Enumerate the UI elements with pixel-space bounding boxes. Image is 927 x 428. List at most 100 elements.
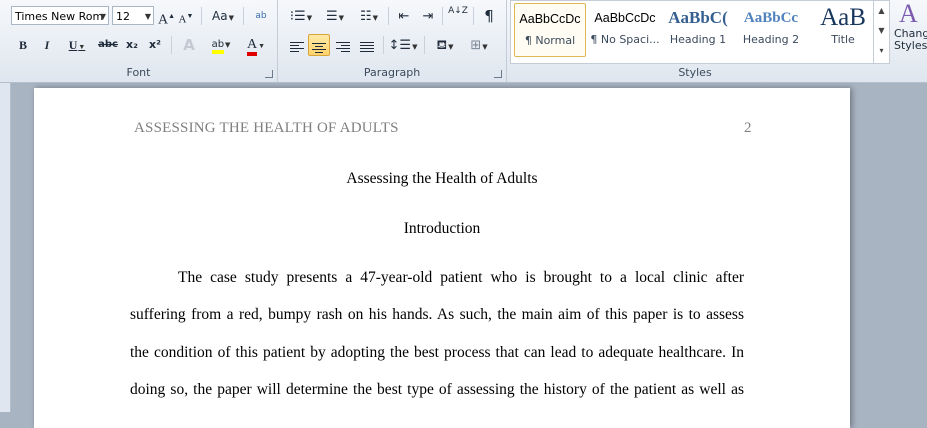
gallery-more-icon[interactable]: ▾ xyxy=(874,41,889,61)
gallery-scroll[interactable]: ▲ ▼ ▾ xyxy=(873,1,889,63)
chevron-down-icon: ▼ xyxy=(306,14,313,22)
increase-indent-icon: ⇥ xyxy=(422,9,434,24)
dialog-launcher-icon[interactable] xyxy=(494,70,502,78)
justify-icon xyxy=(360,40,374,52)
text-effects-button[interactable]: A xyxy=(178,34,200,56)
sort-icon: A↓Z xyxy=(448,6,468,16)
subscript-label: x₂ xyxy=(126,38,138,51)
line-spacing-icon: ↕☰ xyxy=(388,38,412,53)
bullets-icon: ⁝☰ xyxy=(289,9,306,24)
section-heading: Introduction xyxy=(403,220,481,237)
change-case-button[interactable]: Aa▼ xyxy=(208,5,238,27)
font-color-icon: A xyxy=(246,37,258,56)
ribbon: Times New Rom ▼ 12 ▼ A▲ A▼ Aa▼ ab B I U▼… xyxy=(0,0,927,83)
borders-button[interactable]: ⊞▼ xyxy=(464,34,494,56)
style-preview: AaBbCcDc xyxy=(519,12,581,26)
body-line: suffering from a red, bumpy rash on his … xyxy=(130,306,744,323)
styles-group-label: Styles xyxy=(678,66,712,79)
dialog-launcher-icon[interactable] xyxy=(265,70,273,78)
separator xyxy=(473,7,474,25)
style-name: ¶ No Spaci... xyxy=(590,33,660,46)
multilevel-list-icon: ☷ xyxy=(359,9,372,24)
styles-group: AaBbCcDc ¶ Normal AaBbCcDc ¶ No Spaci...… xyxy=(507,0,927,82)
running-header: ASSESSING THE HEALTH OF ADULTS xyxy=(134,120,399,136)
font-size-combo[interactable]: 12 ▼ xyxy=(112,6,154,25)
font-color-button[interactable]: A▼ xyxy=(241,34,271,56)
align-right-button[interactable] xyxy=(332,34,354,56)
shrink-font-button[interactable]: A▼ xyxy=(178,5,194,27)
change-styles-button[interactable]: A Chang Styles xyxy=(891,0,927,64)
body-line: doing so, the paper will determine the b… xyxy=(130,381,744,398)
align-center-button[interactable] xyxy=(308,34,330,56)
justify-button[interactable] xyxy=(356,34,378,56)
clear-formatting-button[interactable]: ab xyxy=(250,5,272,27)
body-line: The case study presents a 47-year-old pa… xyxy=(178,269,744,286)
document-page[interactable]: ASSESSING THE HEALTH OF ADULTS 2 Assessi… xyxy=(34,88,850,428)
paragraph-group-label: Paragraph xyxy=(363,66,421,79)
font-size-value: 12 xyxy=(116,10,130,23)
separator xyxy=(388,7,389,25)
scroll-down-icon[interactable]: ▼ xyxy=(874,21,889,41)
align-left-icon xyxy=(290,40,304,52)
chevron-down-icon: ▼ xyxy=(78,43,86,51)
multilevel-list-button[interactable]: ☷▼ xyxy=(354,5,384,27)
separator xyxy=(243,7,244,25)
separator xyxy=(201,7,202,25)
style-title[interactable]: AaB Title xyxy=(807,3,879,57)
sort-button[interactable]: A↓Z xyxy=(447,5,469,27)
superscript-label: x² xyxy=(149,38,161,51)
chevron-down-icon: ▼ xyxy=(448,43,454,51)
chevron-down-icon: ▼ xyxy=(372,14,379,22)
chevron-down-icon: ▼ xyxy=(482,43,488,51)
shading-button[interactable]: ⛾▼ xyxy=(430,34,460,56)
chevron-down-icon[interactable]: ▼ xyxy=(100,7,106,26)
font-group: Times New Rom ▼ 12 ▼ A▲ A▼ Aa▼ ab B I U▼… xyxy=(0,0,278,82)
style-heading-1[interactable]: AaBbC( Heading 1 xyxy=(662,3,734,57)
style-no-spacing[interactable]: AaBbCcDc ¶ No Spaci... xyxy=(589,3,661,57)
clear-formatting-icon: ab xyxy=(255,11,267,21)
shrink-font-label: A xyxy=(178,13,187,26)
style-heading-2[interactable]: AaBbCc Heading 2 xyxy=(735,3,807,57)
chevron-down-icon: ▼ xyxy=(412,43,418,51)
decrease-indent-button[interactable]: ⇤ xyxy=(394,5,414,27)
italic-button[interactable]: I xyxy=(38,34,56,56)
font-group-label: Font xyxy=(126,66,151,79)
font-family-combo[interactable]: Times New Rom ▼ xyxy=(11,6,109,25)
change-case-label: Aa xyxy=(212,9,228,23)
chevron-down-icon[interactable]: ▼ xyxy=(145,7,151,26)
align-left-button[interactable] xyxy=(286,34,308,56)
strikethrough-button[interactable]: abc xyxy=(97,34,119,56)
style-preview: AaB xyxy=(820,4,866,31)
bold-label: B xyxy=(18,38,27,52)
scroll-up-icon[interactable]: ▲ xyxy=(874,1,889,21)
style-name: Heading 1 xyxy=(669,33,727,46)
bold-button[interactable]: B xyxy=(14,34,32,56)
bullets-button[interactable]: ⁝☰▼ xyxy=(286,5,316,27)
style-preview: AaBbCcDc xyxy=(594,11,656,25)
underline-button[interactable]: U▼ xyxy=(62,34,92,56)
style-name: Heading 2 xyxy=(742,33,800,46)
highlight-button[interactable]: ab▼ xyxy=(206,34,236,56)
subscript-button[interactable]: x₂ xyxy=(122,34,142,56)
text-effects-icon: A xyxy=(183,36,195,54)
change-styles-label-2: Styles xyxy=(894,39,927,52)
separator xyxy=(442,7,443,25)
italic-label: I xyxy=(44,38,50,52)
change-styles-icon: A xyxy=(899,0,918,28)
grow-font-label: A xyxy=(158,12,169,28)
strikethrough-label: abc xyxy=(98,39,118,50)
paint-bucket-icon: ⛾ xyxy=(436,38,448,53)
borders-icon: ⊞ xyxy=(470,38,482,53)
paragraph-group: ⁝☰▼ ☰▼ ☷▼ ⇤ ⇥ A↓Z ¶ ↕☰▼ ⛾▼ ⊞▼ Paragraph xyxy=(278,0,507,82)
numbering-button[interactable]: ☰▼ xyxy=(320,5,350,27)
style-normal[interactable]: AaBbCcDc ¶ Normal xyxy=(514,3,586,57)
increase-indent-button[interactable]: ⇥ xyxy=(418,5,438,27)
superscript-button[interactable]: x² xyxy=(145,34,165,56)
body-line: the condition of this patient by adoptin… xyxy=(130,344,744,361)
line-spacing-button[interactable]: ↕☰▼ xyxy=(388,34,418,56)
grow-font-button[interactable]: A▲ xyxy=(158,5,175,28)
style-preview: AaBbCc xyxy=(743,10,799,26)
underline-label: U xyxy=(68,38,78,52)
show-formatting-button[interactable]: ¶ xyxy=(479,5,499,27)
style-name: ¶ Normal xyxy=(524,34,576,47)
